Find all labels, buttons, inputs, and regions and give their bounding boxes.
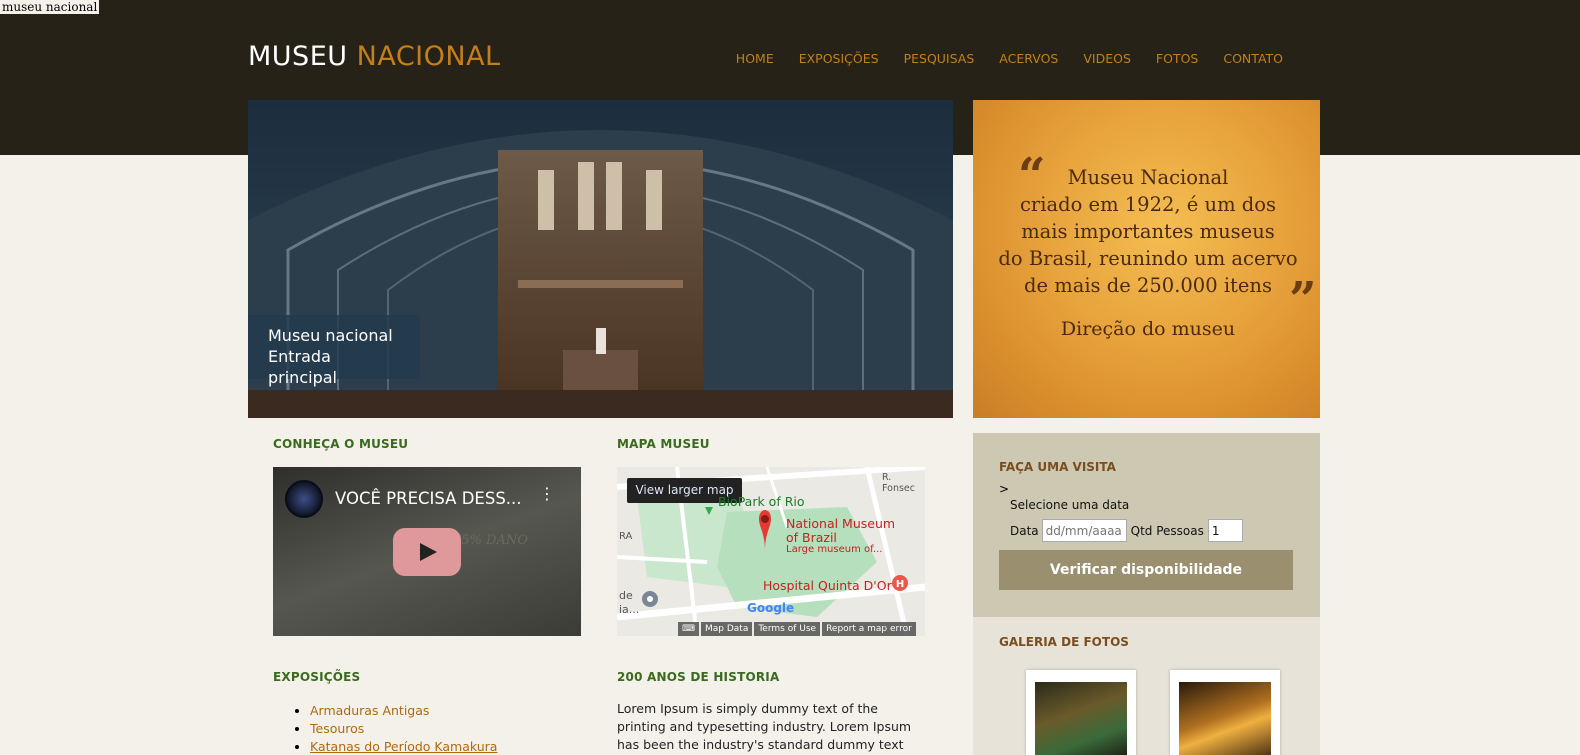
svg-text:H: H (896, 579, 904, 590)
nav-home[interactable]: HOME (736, 51, 774, 67)
list-item: Armaduras Antigas (310, 702, 497, 720)
google-logo: Google (747, 601, 795, 615)
qty-label: Qtd Pessoas (1130, 523, 1204, 538)
exhibition-link[interactable]: Armaduras Antigas (310, 703, 429, 718)
map-label-hospital[interactable]: Hospital Quinta D'Or (763, 578, 892, 593)
section-title-conheca: CONHEÇA O MUSEU (273, 437, 409, 451)
nav-contato[interactable]: CONTATO (1223, 51, 1283, 67)
video-title[interactable]: VOCÊ PRECISA DESS... (335, 489, 522, 508)
quote-line: de mais de 250.000 itens (1023, 274, 1272, 297)
history-text: Lorem Ipsum is simply dummy text of the … (617, 701, 912, 752)
nav-videos[interactable]: VIDEOS (1083, 51, 1131, 67)
terms-link[interactable]: Terms of Use (754, 622, 821, 636)
exhibition-link[interactable]: Tesouros (310, 721, 364, 736)
qty-input[interactable] (1207, 519, 1243, 542)
nav-pesquisas[interactable]: PESQUISAS (904, 51, 975, 67)
document-title: museu nacional (0, 0, 100, 14)
channel-avatar[interactable] (285, 480, 323, 518)
visit-gt: > (999, 482, 1010, 496)
video-player[interactable]: VOCÊ PRECISA DESS... ⋮ 75% DANO (273, 467, 581, 636)
hero-caption-line2: Entrada principal (268, 347, 337, 387)
date-label: Data (1010, 523, 1039, 538)
quote-line: Museu Nacional (1067, 166, 1229, 189)
section-title-historia: 200 ANOS DE HISTORIA (617, 670, 780, 684)
map-label-museum-2[interactable]: of Brazil (786, 530, 837, 545)
list-item: Tesouros (310, 720, 497, 738)
video-overlay-text: 75% DANO (453, 533, 528, 548)
visit-panel: FAÇA UMA VISITA > Selecione uma data Dat… (973, 433, 1320, 617)
gallery-panel: GALERIA DE FOTOS (973, 617, 1320, 755)
map-label-left-1: RA (619, 531, 633, 542)
gallery-photo[interactable] (1026, 670, 1136, 755)
date-input[interactable] (1041, 519, 1127, 542)
map-label-left-3: ia... (619, 603, 640, 616)
map-footer: ⌨ Map Data Terms of Use Report a map err… (678, 622, 916, 636)
play-icon[interactable] (393, 528, 461, 576)
map-data-link[interactable]: Map Data (701, 622, 753, 636)
quote-panel: “ Museu Nacional criado em 1922, é um do… (973, 100, 1320, 418)
more-menu-icon[interactable]: ⋮ (539, 486, 555, 502)
map-label-museum-desc[interactable]: Large museum of... (786, 544, 882, 555)
logo-word-nacional: NACIONAL (356, 41, 501, 72)
exhibition-link[interactable]: Katanas do Período Kamakura (310, 739, 497, 754)
gallery-photo[interactable] (1170, 670, 1280, 755)
quote-line: do Brasil, reunindo um acervo (998, 247, 1298, 270)
logo-word-museu: MUSEU (248, 41, 348, 72)
list-item: Katanas do Período Kamakura (310, 738, 497, 755)
quote-line: criado em 1922, é um dos (1020, 193, 1276, 216)
visit-form-row: Data Qtd Pessoas (1010, 519, 1243, 542)
map-label-left-2: de (619, 589, 633, 602)
hero-caption-line1: Museu nacional (268, 326, 393, 345)
gallery-photo-image (1179, 682, 1271, 755)
quote-line: mais importantes museus (1021, 220, 1275, 243)
map-label-street: R. Fonsec (882, 472, 915, 494)
visit-select-label: Selecione uma data (1010, 498, 1130, 512)
main-nav: HOME EXPOSIÇÕES PESQUISAS ACERVOS VIDEOS… (711, 51, 1283, 67)
nav-acervos[interactable]: ACERVOS (999, 51, 1058, 67)
nav-fotos[interactable]: FOTOS (1156, 51, 1198, 67)
map-embed[interactable]: H View larger map BioPark of Rio Nationa… (617, 467, 925, 636)
nav-exposicoes[interactable]: EXPOSIÇÕES (799, 51, 879, 67)
section-title-mapa: MAPA MUSEU (617, 437, 710, 451)
map-label-biopark[interactable]: BioPark of Rio (718, 494, 805, 509)
hero-caption: Museu nacional Entrada principal (248, 315, 420, 387)
quote-author: Direção do museu (1060, 318, 1236, 340)
section-title-exposicoes: EXPOSIÇÕES (273, 670, 361, 684)
map-label-museum[interactable]: National Museum (786, 516, 895, 531)
gallery-photo-image (1035, 682, 1127, 755)
gallery-title: GALERIA DE FOTOS (999, 635, 1129, 649)
check-availability-button[interactable]: Verificar disponibilidade (999, 550, 1293, 590)
quote-text: Museu Nacional criado em 1922, é um dos … (993, 164, 1303, 299)
exhibitions-list: Armaduras Antigas Tesouros Katanas do Pe… (290, 702, 497, 755)
report-error-link[interactable]: Report a map error (822, 622, 916, 636)
keyboard-icon[interactable]: ⌨ (678, 622, 699, 636)
site-logo[interactable]: MUSEU NACIONAL (248, 40, 501, 74)
visit-title: FAÇA UMA VISITA (999, 460, 1116, 474)
hero-image: Museu nacional Entrada principal (248, 100, 953, 418)
